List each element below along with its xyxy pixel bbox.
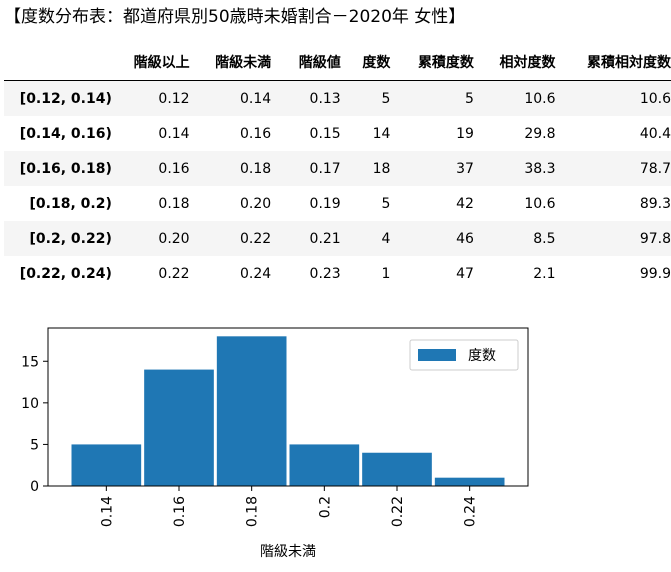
table-row: [0.18, 0.2) 0.18 0.20 0.19 5 42 10.6 89.…: [4, 186, 671, 221]
table-cell: 46: [390, 221, 474, 256]
table-cell: 38.3: [473, 151, 556, 186]
header-index: [4, 44, 112, 81]
table-cell: 0.23: [309, 265, 341, 282]
table-cell: 2.1: [533, 265, 556, 282]
y-tick-label: 10: [21, 396, 39, 412]
table-row: [0.12, 0.14) 0.12 0.14 0.13 5 5 10.6 10.…: [4, 80, 671, 116]
table-row: [0.16, 0.18) 0.16 0.18 0.17 18 37 38.3 7…: [4, 151, 671, 186]
table-cell: 1: [381, 265, 391, 282]
bar-0.16: [144, 369, 214, 486]
table-cell: 99.9: [639, 265, 671, 282]
table-cell: 0.24: [240, 265, 272, 282]
table-cell: 8.5: [473, 221, 556, 256]
table-cell: 0.16: [240, 125, 272, 142]
table-cell: 0.21: [271, 221, 341, 256]
page-title: 【度数分布表：都道府県別50歳時未婚割合－2020年 女性】: [4, 7, 466, 27]
row-index: [0.16, 0.18): [4, 151, 112, 186]
legend-label: 度数: [468, 348, 496, 364]
bar-0.22: [362, 452, 432, 486]
header-relative-frequency: 相対度数: [499, 55, 556, 71]
table-cell: 97.8: [555, 221, 671, 256]
table-cell: 0.15: [309, 125, 341, 142]
legend-swatch: [418, 349, 456, 361]
row-index: [0.14, 0.16): [19, 125, 112, 142]
frequency-table: 階級以上 階級未満 階級値 度数 累積度数 相対度数 累積相対度数 [0.12,…: [4, 44, 671, 291]
header-frequency: 度数: [362, 55, 391, 71]
table-cell: 10.6: [524, 195, 556, 212]
table-row: [0.14, 0.16) 0.14 0.16 0.15 14 19 29.8 4…: [4, 116, 671, 151]
table-cell: 0.17: [271, 151, 341, 186]
table-cell: 0.22: [158, 265, 190, 282]
bar-0.14: [71, 444, 142, 486]
row-index: [0.18, 0.2): [29, 195, 112, 212]
table-cell: 0.20: [111, 221, 190, 256]
header-cumulative-frequency: 累積度数: [417, 55, 474, 71]
row-index: [0.22, 0.24): [19, 265, 112, 282]
bar-0.2: [289, 444, 360, 486]
x-tick-label: 0.24: [463, 496, 479, 527]
table-cell: 0.13: [271, 80, 341, 116]
x-tick-label: 0.2: [317, 496, 333, 518]
table-cell: 0.12: [111, 80, 190, 116]
table-cell: 0.22: [189, 221, 272, 256]
x-tick-label: 0.18: [245, 496, 261, 527]
y-tick-label: 0: [30, 479, 39, 495]
table-header-row: 階級以上 階級未満 階級値 度数 累積度数 相対度数 累積相対度数: [4, 44, 671, 81]
header-lower-bound: 階級以上: [133, 55, 190, 71]
table-cell: 78.7: [555, 151, 671, 186]
table-cell: 0.14: [158, 125, 190, 142]
row-index: [0.12, 0.14): [4, 80, 112, 116]
table-cell: 89.3: [639, 195, 671, 212]
table-cell: 19: [456, 125, 474, 142]
header-upper-bound: 階級未満: [215, 55, 272, 71]
table-cell: 14: [372, 125, 391, 142]
x-axis: 0.14 0.16 0.18 0.2 0.22 0.24: [99, 486, 479, 527]
table-row: [0.22, 0.24) 0.22 0.24 0.23 1 47 2.1 99.…: [4, 256, 671, 291]
table-cell: 5: [340, 80, 391, 116]
table-cell: 40.4: [639, 125, 671, 142]
table-cell: 37: [390, 151, 474, 186]
table-cell: 29.8: [524, 125, 556, 142]
table-cell: 4: [340, 221, 391, 256]
x-tick-label: 0.14: [99, 496, 115, 527]
table-cell: 5: [390, 80, 474, 116]
table-cell: 0.18: [158, 195, 190, 212]
table-cell: 0.18: [189, 151, 272, 186]
table-cell: 10.6: [473, 80, 556, 116]
table-cell: 5: [381, 195, 391, 212]
bar-0.24: [434, 477, 505, 486]
frequency-bar-chart: 0 5 10 15 0.14 0.16 0.18 0.2 0.22 0.24 階級未満 度数: [21, 327, 529, 560]
x-tick-label: 0.22: [390, 496, 406, 527]
header-class-value: 階級値: [298, 55, 341, 71]
table-cell: 42: [456, 195, 474, 212]
table-row: [0.2, 0.22) 0.20 0.22 0.21 4 46 8.5 97.8: [4, 221, 671, 256]
table-cell: 18: [340, 151, 391, 186]
table-cell: 0.14: [189, 80, 272, 116]
header-cumulative-relative-frequency: 累積相対度数: [587, 55, 671, 71]
table-cell: 0.20: [240, 195, 272, 212]
table-cell: 47: [456, 265, 474, 282]
bar-0.18: [216, 336, 287, 486]
y-axis: 0 5 10 15: [21, 354, 48, 495]
x-tick-label: 0.16: [172, 496, 188, 527]
table-cell: 10.6: [555, 80, 671, 116]
table-cell: 0.16: [111, 151, 190, 186]
legend: 度数: [409, 339, 519, 371]
y-tick-label: 5: [30, 437, 39, 453]
row-index: [0.2, 0.22): [4, 221, 112, 256]
y-tick-label: 15: [21, 354, 39, 370]
x-axis-label: 階級未満: [260, 544, 316, 560]
table-cell: 0.19: [309, 195, 341, 212]
